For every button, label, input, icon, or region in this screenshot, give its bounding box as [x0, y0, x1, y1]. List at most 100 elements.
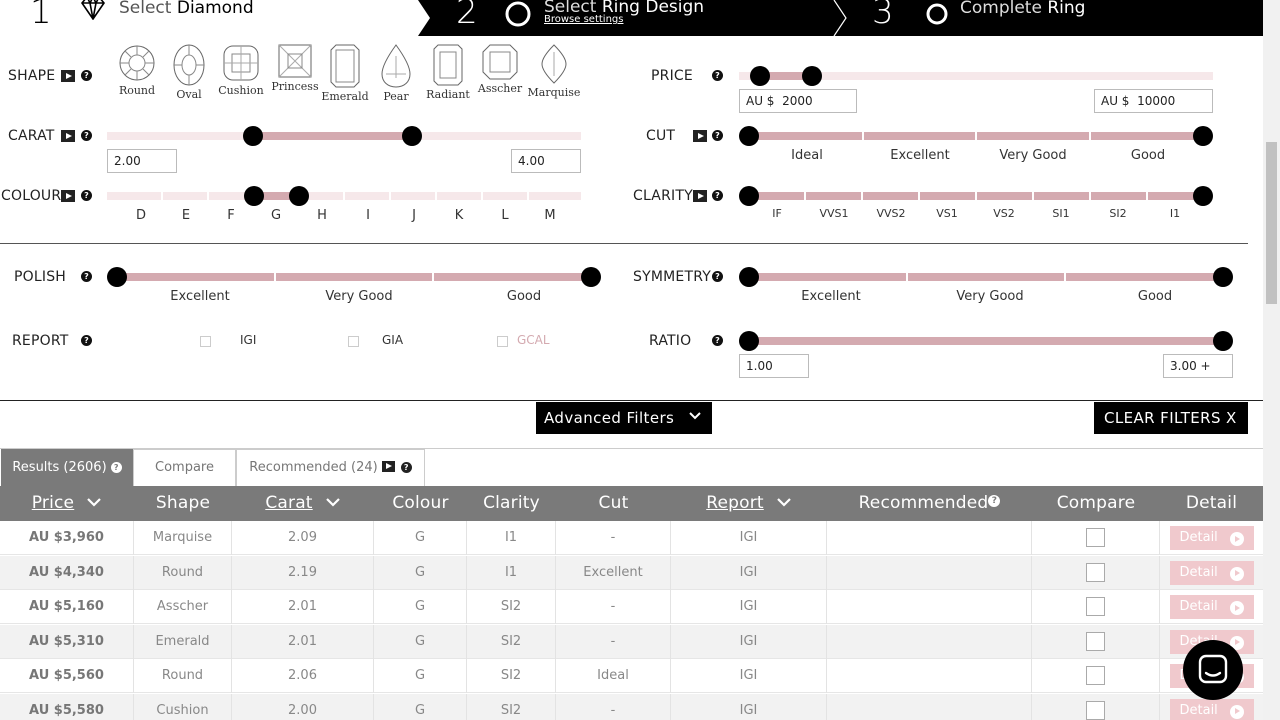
cell-report: IGI — [671, 624, 827, 659]
shape-round[interactable]: Round — [110, 44, 164, 97]
help-icon[interactable]: ? — [110, 462, 122, 473]
clarity-min-handle[interactable] — [739, 186, 759, 206]
detail-button[interactable]: Detail — [1169, 595, 1254, 619]
table-row[interactable]: AU $5,560Round2.06GSI2IdealIGIDetail — [0, 659, 1263, 693]
colour-max-handle[interactable] — [289, 186, 309, 206]
help-icon[interactable]: ? — [712, 335, 723, 346]
shape-princess[interactable]: Princess — [268, 44, 322, 93]
shape-name: Marquise — [527, 86, 581, 99]
tab-compare[interactable]: Compare — [133, 449, 236, 486]
clarity-tick: SI1 — [1052, 207, 1070, 220]
slider-divider — [975, 132, 977, 140]
cell-price: AU $3,960 — [0, 521, 134, 555]
table-row[interactable]: AU $4,340 Round 2.19 G I1 Excellent IGI Detail — [0, 555, 1263, 590]
shape-asscher[interactable]: Asscher — [473, 44, 527, 95]
price-max-handle[interactable] — [802, 66, 822, 86]
help-icon[interactable]: ? — [400, 462, 412, 473]
shape-pear[interactable]: Pear — [369, 44, 423, 103]
price-min-input[interactable]: AU $ 2000 — [739, 89, 857, 113]
polish-slider-track[interactable] — [117, 273, 591, 281]
ratio-slider-track[interactable] — [749, 337, 1223, 345]
help-icon[interactable]: ? — [81, 70, 92, 81]
shape-name: Cushion — [218, 84, 264, 97]
compare-checkbox[interactable] — [1086, 562, 1105, 582]
compare-checkbox[interactable] — [1086, 597, 1105, 616]
compare-checkbox[interactable] — [1086, 666, 1105, 685]
page-scrollbar[interactable] — [1263, 0, 1280, 720]
column-header-colour: Colour — [392, 493, 449, 513]
help-icon[interactable]: ? — [81, 335, 92, 346]
arrow-right-icon — [1229, 566, 1244, 581]
scrollbar-thumb[interactable] — [1266, 142, 1277, 304]
clarity-max-handle[interactable] — [1193, 186, 1213, 206]
detail-button[interactable]: Detail — [1169, 526, 1254, 550]
step-select-diamond[interactable]: 1 Select Diamond — [0, 0, 430, 36]
column-header-carat[interactable]: Carat — [232, 486, 374, 521]
video-icon[interactable] — [693, 130, 707, 142]
carat-max-handle[interactable] — [402, 126, 422, 146]
tab-recommended[interactable]: Recommended (24)? — [236, 449, 425, 486]
price-max-input[interactable]: AU $ 10000 — [1094, 89, 1213, 113]
ratio-max-input[interactable]: 3.00 + — [1163, 354, 1233, 378]
cut-min-handle[interactable] — [739, 126, 759, 146]
cell-compare — [1032, 693, 1160, 720]
shape-cushion[interactable]: Cushion — [214, 44, 268, 97]
polish-min-handle[interactable] — [107, 267, 127, 287]
column-header-price[interactable]: Price — [0, 486, 134, 521]
table-row[interactable]: AU $3,960 Marquise 2.09 G I1- IGI Detail — [0, 521, 1263, 555]
shape-oval[interactable]: Oval — [162, 44, 216, 101]
help-icon[interactable]: ? — [712, 130, 723, 141]
arrow-right-icon — [1229, 704, 1244, 719]
help-icon[interactable]: ? — [712, 271, 723, 282]
tab-results[interactable]: Results (2606)? — [1, 449, 133, 486]
report-gia-checkbox[interactable] — [348, 336, 359, 347]
ratio-min-handle[interactable] — [739, 331, 759, 351]
video-icon[interactable] — [61, 130, 75, 142]
help-icon[interactable]: ? — [81, 271, 92, 282]
symmetry-max-handle[interactable] — [1213, 267, 1233, 287]
shape-emerald[interactable]: Emerald — [318, 44, 372, 103]
video-icon[interactable] — [61, 190, 75, 202]
shape-radiant[interactable]: Radiant — [421, 44, 475, 101]
price-min-handle[interactable] — [750, 66, 770, 86]
report-gcal-checkbox[interactable] — [497, 336, 508, 347]
polish-max-handle[interactable] — [581, 267, 601, 287]
table-row[interactable]: AU $5,310 Emerald 2.01 G SI2- IGI Detail — [0, 624, 1263, 659]
cut-max-handle[interactable] — [1193, 126, 1213, 146]
carat-max-input[interactable]: 4.00 — [511, 149, 581, 173]
column-header-report[interactable]: Report — [671, 486, 827, 521]
clear-filters-button[interactable]: CLEAR FILTERS X — [1094, 402, 1248, 434]
compare-checkbox[interactable] — [1086, 700, 1105, 720]
advanced-filters-button[interactable]: Advanced Filters — [536, 402, 712, 434]
help-icon[interactable]: ? — [712, 190, 723, 201]
browse-settings-link[interactable]: Browse settings — [544, 14, 623, 25]
symmetry-min-handle[interactable] — [739, 267, 759, 287]
cell-clarity: I1 — [467, 521, 556, 555]
compare-checkbox[interactable] — [1086, 631, 1105, 651]
help-icon[interactable]: ? — [81, 190, 92, 201]
symmetry-slider-track[interactable] — [749, 273, 1223, 281]
carat-min-handle[interactable] — [243, 126, 263, 146]
chat-launcher-button[interactable] — [1183, 640, 1243, 700]
shape-name: Princess — [271, 80, 319, 93]
video-icon[interactable] — [381, 461, 395, 472]
shape-marquise[interactable]: Marquise — [527, 44, 581, 99]
slider-divider — [435, 192, 437, 200]
ratio-max-handle[interactable] — [1213, 331, 1233, 351]
colour-min-handle[interactable] — [244, 186, 264, 206]
slider-divider — [343, 192, 345, 200]
video-icon[interactable] — [61, 70, 75, 82]
table-row[interactable]: AU $5,580 Cushion 2.00 G SI2- IGI Detail — [0, 693, 1263, 720]
carat-min-input[interactable]: 2.00 — [107, 149, 177, 173]
detail-button[interactable]: Detail — [1169, 560, 1254, 585]
symmetry-label: SYMMETRY — [633, 269, 711, 285]
cell-colour: G — [374, 659, 467, 693]
help-icon[interactable]: ? — [712, 70, 723, 81]
compare-checkbox[interactable] — [1086, 528, 1105, 547]
ratio-min-input[interactable]: 1.00 — [739, 354, 809, 378]
report-igi-checkbox[interactable] — [200, 336, 211, 347]
table-row[interactable]: AU $5,160 Asscher 2.01 G SI2- IGI Detail — [0, 590, 1263, 624]
help-icon[interactable]: ? — [81, 130, 92, 141]
video-icon[interactable] — [693, 190, 707, 202]
detail-button[interactable]: Detail — [1169, 698, 1254, 720]
